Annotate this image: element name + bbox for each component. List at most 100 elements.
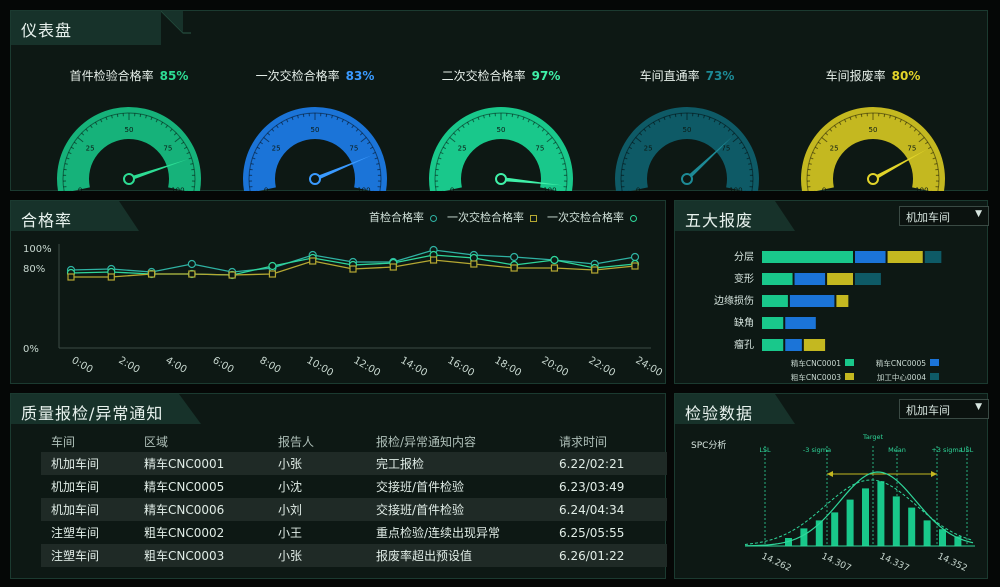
gauge-tick [808, 163, 812, 165]
spc-label: SPC分析 [691, 439, 726, 451]
legend-swatch [845, 359, 854, 366]
gauge-tick [748, 163, 752, 165]
gauge-tick-label: 25 [644, 145, 653, 153]
gauge-value: 80% [891, 69, 921, 83]
gauge-tick [325, 113, 328, 118]
column-header: 报告人 [278, 434, 315, 449]
gauge-tick-label: 100 [915, 186, 928, 191]
x-tick-label: 10:00 [305, 355, 335, 379]
x-tick-label: 12:00 [352, 355, 382, 379]
table-row[interactable]: 机加车间 精车CNC0001 小张 完工报检 6.22/02:21 [41, 452, 667, 475]
series-point[interactable] [631, 262, 639, 270]
table-row[interactable]: 注塑车间 粗车CNC0002 小王 重点检验/连续出现异常 6.25/05:55 [41, 521, 667, 544]
bar-segment[interactable] [855, 251, 886, 263]
series-point[interactable] [268, 270, 277, 278]
series-point[interactable] [187, 259, 196, 269]
bar-segment[interactable] [924, 251, 942, 263]
bar-segment[interactable] [803, 339, 826, 351]
gauge-value: 73% [705, 69, 735, 83]
histogram-bar[interactable] [831, 512, 839, 546]
series-point[interactable] [268, 261, 277, 271]
bar-segment[interactable] [762, 339, 784, 351]
table-cell: 完工报检 [366, 452, 549, 475]
series-point[interactable] [188, 270, 196, 278]
bar-segment[interactable] [855, 273, 881, 285]
bar-segment[interactable] [794, 273, 826, 285]
bar-segment[interactable] [827, 273, 853, 285]
notices-panel: 质量报检/异常通知 车间 区域 报告人 报检/异常通知内容 请求时间 机加车间精… [10, 393, 667, 579]
table-row[interactable]: 机加车间 精车CNC0005 小沈 交接班/首件检验 6.23/03:49 [41, 475, 667, 498]
series-point[interactable] [107, 273, 115, 281]
gauge-value: 85% [159, 69, 189, 83]
gauge-tick [511, 113, 514, 118]
table-cell: 注塑车间 [51, 526, 100, 540]
dashboard-panel: 仪表盘 首件检验合格率 85% 0 25 50 75 100 一次交检合格率 83% 0 25 50 7… [10, 10, 988, 191]
histogram-bar[interactable] [892, 496, 900, 546]
table-header-row: 车间 区域 报告人 报检/异常通知内容 请求时间 [41, 430, 667, 452]
dashboard-title: 仪表盘 [21, 21, 73, 40]
table-row[interactable]: 注塑车间 粗车CNC0003 小张 报废率超出预设值 6.26/01:22 [41, 544, 667, 567]
gauge-name: 首件检验合格率 [69, 69, 154, 83]
histogram-bar[interactable] [908, 507, 916, 546]
gauge-name: 一次交检合格率 [255, 69, 340, 83]
pass-rate-panel: 合格率 首检合格率 一次交检合格率 一次交检合格率 100% 80% 0% 0:00 2… [10, 200, 666, 384]
bar-segment[interactable] [789, 295, 835, 307]
bar-segment[interactable] [762, 317, 784, 329]
series-point[interactable] [510, 252, 519, 262]
x-tick-label: 4:00 [164, 355, 189, 376]
gauge-label: 车间直通率 73% [627, 67, 747, 84]
gauge-tick-label: 100 [171, 186, 184, 191]
table-cell: 精车CNC0006 [134, 498, 268, 521]
gauge-name: 车间直通率 [639, 69, 700, 83]
series-point[interactable] [510, 264, 518, 272]
series-point[interactable] [228, 271, 236, 279]
spc-marker-label: Target [862, 433, 884, 441]
gauge-tick-label: 0 [264, 186, 268, 191]
gauge-tick [376, 163, 380, 165]
series-point[interactable] [389, 263, 397, 271]
bar-segment[interactable] [762, 295, 788, 307]
gauge-label: 一次交检合格率 83% [255, 67, 375, 84]
x-tick-label: 14:00 [399, 355, 429, 379]
series-point[interactable] [550, 264, 559, 272]
histogram-bar[interactable] [846, 499, 854, 546]
histogram-bar[interactable] [877, 481, 885, 546]
bar-segment[interactable] [836, 295, 849, 307]
gauge-dial: 0 25 50 75 100 [57, 107, 201, 191]
arrow-head [931, 471, 937, 477]
series-point[interactable] [550, 255, 559, 265]
histogram-bar[interactable] [939, 529, 946, 546]
series-point[interactable] [591, 266, 599, 274]
table-row[interactable]: 机加车间 精车CNC0006 小刘 交接班/首件检验 6.24/04:34 [41, 498, 667, 521]
series-point[interactable] [429, 256, 438, 264]
legend-swatch [930, 359, 939, 366]
bar-segment[interactable] [785, 339, 802, 351]
bar-segment[interactable] [887, 251, 923, 263]
series-point[interactable] [67, 273, 75, 281]
series-point[interactable] [309, 257, 317, 265]
x-tick-label: 20:00 [540, 355, 570, 379]
gauge-pivot [123, 173, 135, 185]
category-label: 变形 [734, 272, 754, 285]
bar-segment[interactable] [785, 317, 816, 329]
bar-segment[interactable] [762, 273, 793, 285]
gauge-tick-label: 25 [830, 145, 839, 153]
series-point[interactable] [147, 270, 156, 278]
gauge-pivot [495, 173, 507, 185]
series-point[interactable] [349, 265, 357, 273]
histogram-bar[interactable] [923, 520, 931, 546]
gauge-tick-label: 100 [543, 186, 556, 191]
gauge-tick-label: 50 [311, 126, 320, 134]
bar-segment[interactable] [762, 251, 853, 263]
series-point[interactable] [470, 260, 478, 268]
gauge-dial: 0 25 50 75 100 [801, 107, 945, 191]
gauge-tick [934, 163, 938, 165]
x-tick-label: 14.352 [936, 552, 969, 574]
legend-swatch [930, 373, 939, 380]
series-point[interactable] [630, 252, 640, 262]
x-tick-label: 6:00 [211, 355, 236, 376]
inspection-panel: 检验数据 机加车间 ▼ SPC分析 LSL -3 sigma Target Mean +3… [674, 393, 989, 579]
histogram-bar[interactable] [862, 488, 869, 546]
histogram-bar[interactable] [800, 528, 808, 546]
gauge-tick-label: 0 [636, 186, 640, 191]
